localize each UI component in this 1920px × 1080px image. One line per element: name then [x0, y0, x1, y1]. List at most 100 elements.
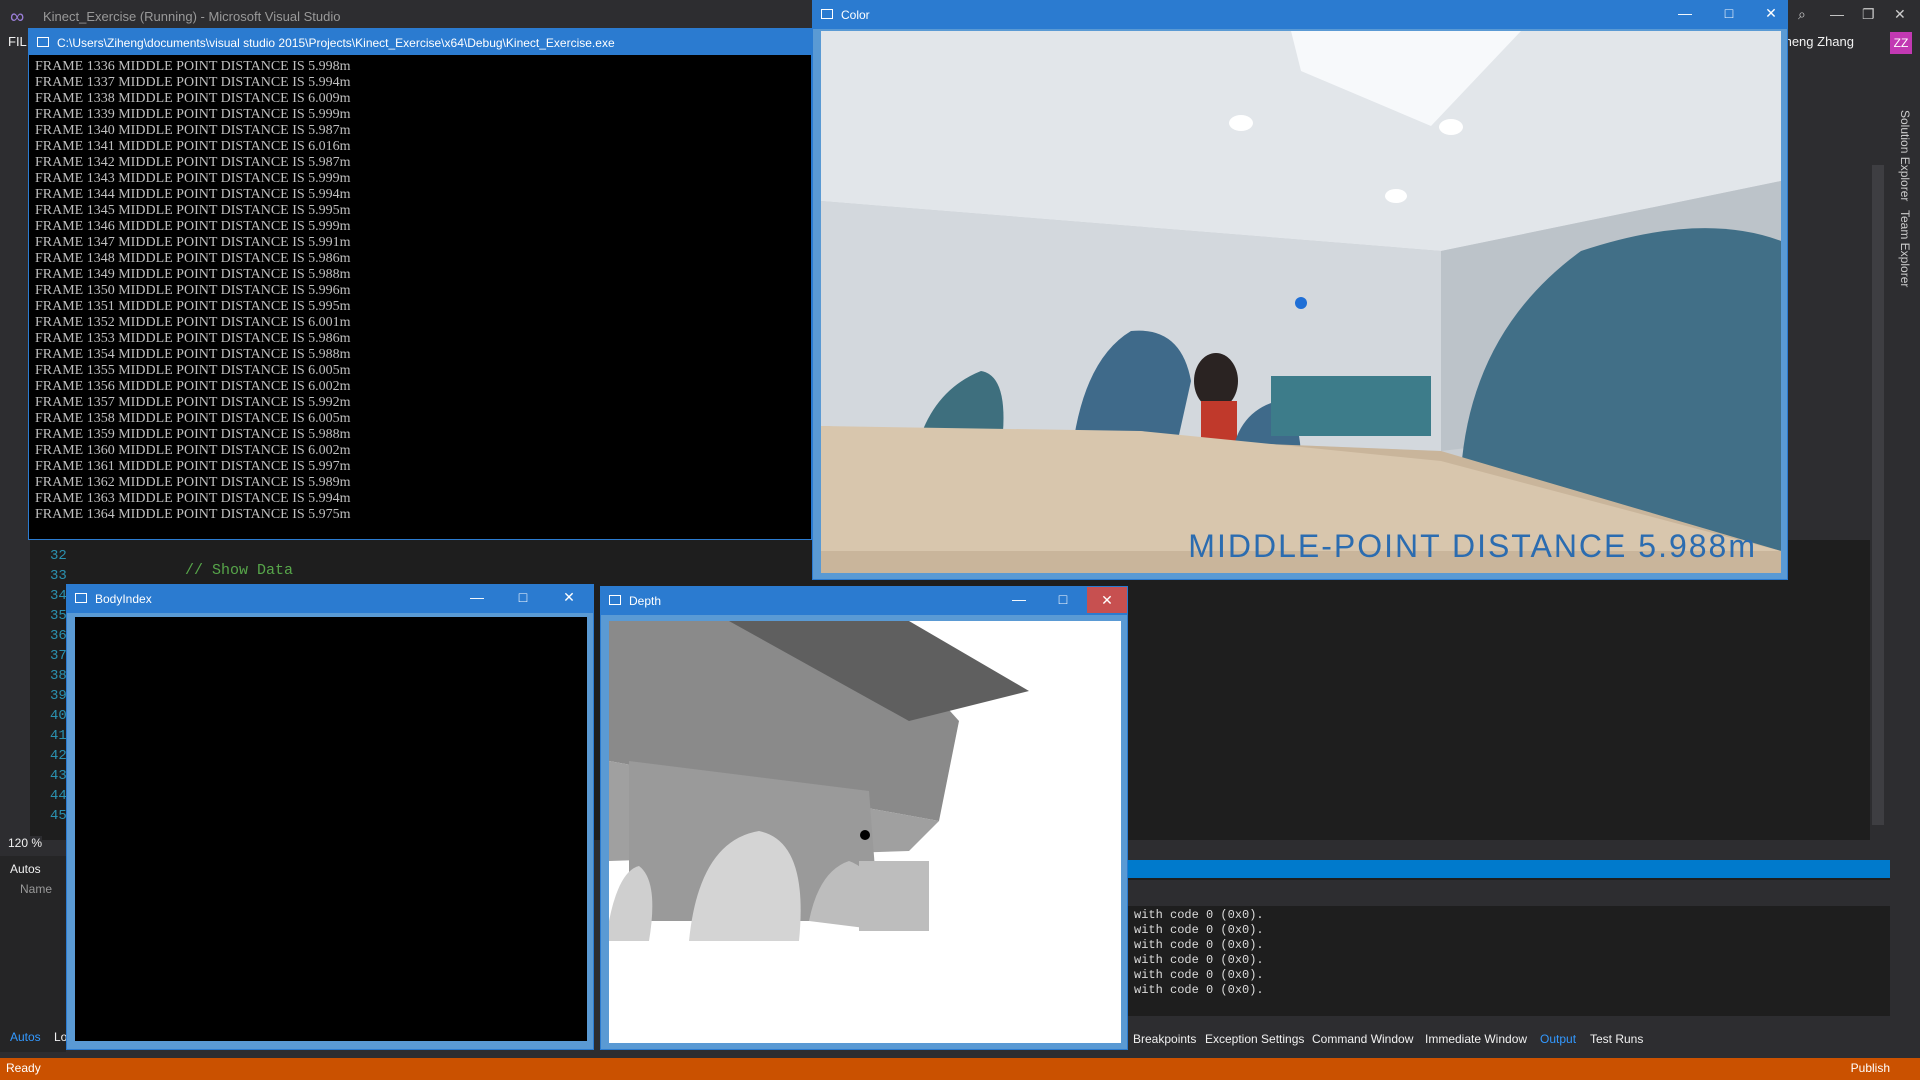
console-line: FRAME 1359 MIDDLE POINT DISTANCE IS 5.98…	[35, 427, 351, 442]
console-line: FRAME 1357 MIDDLE POINT DISTANCE IS 5.99…	[35, 395, 351, 410]
tab-test-runs[interactable]: Test Runs	[1590, 1032, 1643, 1046]
console-line: FRAME 1353 MIDDLE POINT DISTANCE IS 5.98…	[35, 331, 351, 346]
line-number: 37	[50, 648, 67, 664]
vs-minimize-icon[interactable]: —	[1830, 6, 1844, 22]
bodyindex-title-bar[interactable]: BodyIndex — □ ✕	[67, 585, 593, 613]
color-title-bar[interactable]: Color — □ ✕	[813, 1, 1787, 29]
console-line: FRAME 1356 MIDDLE POINT DISTANCE IS 6.00…	[35, 379, 351, 394]
right-tool-strip: Solution Explorer Team Explorer	[1892, 100, 1920, 1040]
tab-output[interactable]: Output	[1540, 1032, 1576, 1046]
depth-window-title: Depth	[629, 594, 662, 608]
line-number: 39	[50, 688, 67, 704]
console-line: FRAME 1352 MIDDLE POINT DISTANCE IS 6.00…	[35, 315, 351, 330]
line-number: 34	[50, 588, 67, 604]
console-output: FRAME 1336 MIDDLE POINT DISTANCE IS 5.99…	[35, 59, 351, 523]
line-number: 40	[50, 708, 67, 724]
depth-window-icon	[609, 595, 621, 605]
color-camera-frame: MIDDLE-POINT DISTANCE 5.988m	[821, 31, 1781, 573]
output-line: with code 0 (0x0).	[1134, 968, 1264, 982]
console-line: FRAME 1360 MIDDLE POINT DISTANCE IS 6.00…	[35, 443, 351, 458]
console-line: FRAME 1358 MIDDLE POINT DISTANCE IS 6.00…	[35, 411, 351, 426]
tab-solution-explorer[interactable]: Solution Explorer	[1898, 110, 1912, 201]
console-line: FRAME 1339 MIDDLE POINT DISTANCE IS 5.99…	[35, 107, 351, 122]
depth-frame	[609, 621, 1121, 1043]
bodyindex-window-title: BodyIndex	[95, 592, 152, 606]
minimize-icon[interactable]: —	[999, 591, 1039, 607]
close-icon[interactable]: ✕	[549, 589, 589, 606]
distance-overlay-text: MIDDLE-POINT DISTANCE 5.988m	[1188, 528, 1757, 564]
maximize-icon[interactable]: □	[1043, 591, 1083, 607]
code-line-comment: // Show Data	[185, 562, 294, 579]
bodyindex-window[interactable]: BodyIndex — □ ✕	[66, 584, 594, 1050]
depth-scene-image	[609, 621, 1121, 1043]
vs-close-icon[interactable]: ✕	[1894, 6, 1906, 23]
console-line: FRAME 1342 MIDDLE POINT DISTANCE IS 5.98…	[35, 155, 351, 170]
line-number: 35	[50, 608, 67, 624]
console-line: FRAME 1362 MIDDLE POINT DISTANCE IS 5.98…	[35, 475, 351, 490]
line-number: 38	[50, 668, 67, 684]
line-number: 36	[50, 628, 67, 644]
console-line: FRAME 1351 MIDDLE POINT DISTANCE IS 5.99…	[35, 299, 351, 314]
output-panel-header	[1128, 860, 1890, 878]
color-scene-image	[821, 31, 1781, 573]
zoom-level-dropdown[interactable]: 120 %	[8, 836, 43, 850]
maximize-icon[interactable]: □	[503, 589, 543, 605]
menu-file[interactable]: FIL	[8, 34, 27, 49]
console-line: FRAME 1341 MIDDLE POINT DISTANCE IS 6.01…	[35, 139, 351, 154]
output-line: with code 0 (0x0).	[1134, 953, 1264, 967]
console-window[interactable]: C:\Users\Ziheng\documents\visual studio …	[28, 28, 812, 540]
color-window-icon	[821, 9, 833, 19]
publish-button[interactable]: Publish	[1851, 1061, 1890, 1075]
minimize-icon[interactable]: —	[1665, 5, 1705, 21]
console-line: FRAME 1336 MIDDLE POINT DISTANCE IS 5.99…	[35, 59, 351, 74]
console-line: FRAME 1364 MIDDLE POINT DISTANCE IS 5.97…	[35, 507, 351, 522]
line-number: 42	[50, 748, 67, 764]
vs-restore-icon[interactable]: ❐	[1862, 6, 1875, 23]
tab-command-window[interactable]: Command Window	[1312, 1032, 1413, 1046]
output-toolbar	[1128, 880, 1890, 906]
console-line: FRAME 1340 MIDDLE POINT DISTANCE IS 5.98…	[35, 123, 351, 138]
console-line: FRAME 1337 MIDDLE POINT DISTANCE IS 5.99…	[35, 75, 351, 90]
color-window[interactable]: Color — □ ✕ MIDDLE-POINT DISTANCE 5.988m	[812, 0, 1788, 580]
autos-name-column-header[interactable]: Name	[20, 882, 52, 896]
depth-window[interactable]: Depth — □ ✕	[600, 586, 1128, 1050]
console-line: FRAME 1349 MIDDLE POINT DISTANCE IS 5.98…	[35, 267, 351, 282]
console-line: FRAME 1361 MIDDLE POINT DISTANCE IS 5.99…	[35, 459, 351, 474]
console-line: FRAME 1343 MIDDLE POINT DISTANCE IS 5.99…	[35, 171, 351, 186]
console-title: C:\Users\Ziheng\documents\visual studio …	[57, 36, 615, 50]
tab-autos[interactable]: Autos	[10, 1030, 41, 1044]
tab-team-explorer[interactable]: Team Explorer	[1898, 210, 1912, 287]
tab-immediate-window[interactable]: Immediate Window	[1425, 1032, 1527, 1046]
close-icon[interactable]: ✕	[1087, 587, 1127, 613]
status-text: Ready	[6, 1061, 41, 1075]
line-number: 43	[50, 768, 67, 784]
line-number: 41	[50, 728, 67, 744]
bodyindex-window-icon	[75, 593, 87, 603]
output-line: with code 0 (0x0).	[1134, 923, 1264, 937]
autos-panel-title: Autos	[10, 862, 41, 876]
console-line: FRAME 1363 MIDDLE POINT DISTANCE IS 5.99…	[35, 491, 351, 506]
tab-breakpoints[interactable]: Breakpoints	[1133, 1032, 1196, 1046]
user-avatar[interactable]: ZZ	[1890, 32, 1912, 54]
output-line: with code 0 (0x0).	[1134, 938, 1264, 952]
line-number: 33	[50, 568, 67, 584]
editor-scrollbar[interactable]	[1872, 165, 1884, 825]
line-number: 32	[50, 548, 67, 564]
console-line: FRAME 1355 MIDDLE POINT DISTANCE IS 6.00…	[35, 363, 351, 378]
maximize-icon[interactable]: □	[1709, 5, 1749, 21]
quick-launch-search-icon[interactable]: ⌕	[1798, 6, 1806, 23]
tab-exception-settings[interactable]: Exception Settings	[1205, 1032, 1304, 1046]
console-line: FRAME 1347 MIDDLE POINT DISTANCE IS 5.99…	[35, 235, 351, 250]
vs-window-title: Kinect_Exercise (Running) - Microsoft Vi…	[43, 9, 341, 24]
console-line: FRAME 1346 MIDDLE POINT DISTANCE IS 5.99…	[35, 219, 351, 234]
console-line: FRAME 1338 MIDDLE POINT DISTANCE IS 6.00…	[35, 91, 351, 106]
visual-studio-logo-icon: ∞	[10, 6, 25, 28]
console-line: FRAME 1348 MIDDLE POINT DISTANCE IS 5.98…	[35, 251, 351, 266]
color-window-title: Color	[841, 8, 870, 22]
console-line: FRAME 1344 MIDDLE POINT DISTANCE IS 5.99…	[35, 187, 351, 202]
output-line: with code 0 (0x0).	[1134, 908, 1264, 922]
depth-title-bar[interactable]: Depth — □ ✕	[601, 587, 1127, 615]
minimize-icon[interactable]: —	[457, 589, 497, 605]
close-icon[interactable]: ✕	[1751, 5, 1791, 22]
console-title-bar[interactable]: C:\Users\Ziheng\documents\visual studio …	[29, 29, 811, 55]
